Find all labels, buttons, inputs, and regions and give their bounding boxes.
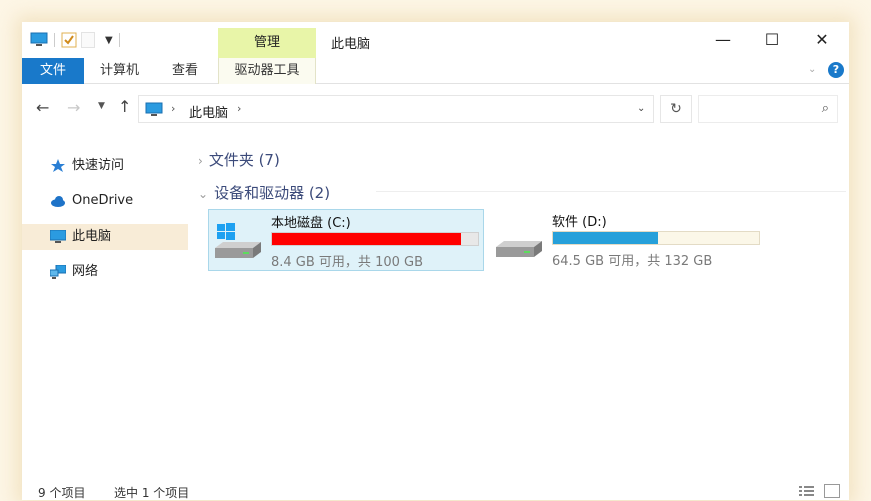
- details-view-icon[interactable]: [798, 484, 816, 498]
- breadcrumb-separator-icon[interactable]: ›: [237, 102, 241, 115]
- breadcrumb-separator-icon[interactable]: ›: [171, 102, 175, 115]
- group-divider: [376, 191, 846, 192]
- network-icon: [50, 265, 66, 279]
- expand-ribbon-chevron-icon[interactable]: ⌄: [808, 64, 816, 75]
- star-icon: [51, 159, 65, 172]
- toolbar-divider: [54, 33, 55, 47]
- group-header-folders[interactable]: › 文件夹 (7): [198, 149, 280, 170]
- drive-name: 本地磁盘 (C:): [271, 216, 351, 231]
- item-count: 9 个项目: [38, 486, 86, 500]
- explorer-window: ▼ 管理 此电脑 — ☐ ✕ 文件 计算机 查看 驱动器工具 ⌄ ? ← → ▼…: [22, 22, 849, 500]
- close-button[interactable]: ✕: [799, 28, 845, 52]
- address-bar[interactable]: › 此电脑 › ⌄: [138, 95, 654, 123]
- refresh-icon[interactable]: ↻: [660, 95, 692, 123]
- windows-drive-icon: [215, 223, 261, 258]
- drive-free-space: 8.4 GB 可用，共 100 GB: [271, 255, 424, 270]
- drive-name: 软件 (D:): [552, 215, 607, 230]
- forward-arrow-icon[interactable]: →: [67, 98, 80, 117]
- up-arrow-icon[interactable]: ↑: [118, 97, 131, 116]
- quick-access-toolbar: ▼: [30, 32, 122, 48]
- sidebar-item-network[interactable]: 网络: [22, 259, 188, 285]
- address-history-chevron-icon[interactable]: ⌄: [637, 103, 645, 114]
- selection-count: 选中 1 个项目: [114, 486, 190, 500]
- group-label: 文件夹 (7): [208, 151, 280, 169]
- sidebar-item-label: 网络: [72, 264, 99, 279]
- sidebar-item-label: OneDrive: [72, 193, 134, 208]
- navigation-bar: ← → ▼ ↑ › 此电脑 › ⌄ ↻ ⌕: [22, 92, 849, 126]
- title-bar: ▼ 管理 此电脑 — ☐ ✕: [22, 22, 849, 58]
- search-input[interactable]: ⌕: [698, 95, 838, 123]
- drive-tile-c[interactable]: 本地磁盘 (C:) 8.4 GB 可用，共 100 GB: [208, 209, 484, 271]
- drive-usage-fill: [272, 233, 461, 245]
- drive-tile-d[interactable]: 软件 (D:) 64.5 GB 可用，共 132 GB: [490, 209, 766, 271]
- sidebar-item-quick-access[interactable]: 快速访问: [22, 153, 188, 179]
- maximize-button[interactable]: ☐: [749, 28, 795, 52]
- ribbon-tabs: 文件 计算机 查看 驱动器工具 ⌄ ?: [22, 58, 849, 84]
- computer-icon: [145, 102, 163, 116]
- sidebar-item-this-pc[interactable]: 此电脑: [22, 224, 188, 250]
- breadcrumb-this-pc[interactable]: 此电脑: [189, 102, 228, 121]
- drive-usage-bar: [271, 232, 479, 246]
- minimize-button[interactable]: —: [700, 28, 746, 52]
- tab-drive-tools[interactable]: 驱动器工具: [218, 58, 316, 84]
- file-view: › 文件夹 (7) ⌄ 设备和驱动器 (2) 本地磁盘 (C:) 8.4 GB 可用…: [198, 142, 849, 462]
- tab-computer[interactable]: 计算机: [100, 58, 139, 84]
- computer-icon: [50, 230, 66, 243]
- sidebar-item-label: 快速访问: [72, 158, 125, 173]
- group-header-devices-and-drives[interactable]: ⌄ 设备和驱动器 (2): [198, 182, 330, 203]
- recent-locations-chevron-icon[interactable]: ▼: [98, 101, 105, 111]
- help-icon[interactable]: ?: [828, 62, 844, 78]
- tab-view[interactable]: 查看: [172, 58, 198, 84]
- customize-toolbar-chevron-icon[interactable]: ▼: [105, 35, 113, 46]
- contextual-tab-manage[interactable]: 管理: [218, 28, 316, 58]
- search-icon: ⌕: [821, 101, 829, 116]
- computer-icon[interactable]: [30, 32, 48, 48]
- cloud-icon: [51, 196, 65, 207]
- window-title: 此电脑: [331, 37, 371, 52]
- large-icons-view-icon[interactable]: [824, 484, 840, 498]
- hard-drive-icon: [496, 241, 542, 257]
- status-bar: 9 个项目 选中 1 个项目: [22, 482, 849, 500]
- chevron-right-icon: ›: [198, 154, 203, 168]
- drive-usage-fill: [553, 232, 659, 244]
- back-arrow-icon[interactable]: ←: [36, 98, 49, 117]
- tab-file[interactable]: 文件: [22, 58, 84, 84]
- chevron-down-icon: ⌄: [198, 187, 209, 201]
- drive-free-space: 64.5 GB 可用，共 132 GB: [552, 254, 713, 269]
- properties-icon[interactable]: [61, 32, 77, 48]
- drive-usage-bar: [552, 231, 760, 245]
- sidebar-item-onedrive[interactable]: OneDrive: [22, 188, 188, 214]
- sidebar-item-label: 此电脑: [72, 229, 112, 244]
- toolbar-divider: [118, 33, 120, 47]
- new-folder-icon[interactable]: [81, 32, 95, 48]
- group-label: 设备和驱动器 (2): [214, 184, 331, 202]
